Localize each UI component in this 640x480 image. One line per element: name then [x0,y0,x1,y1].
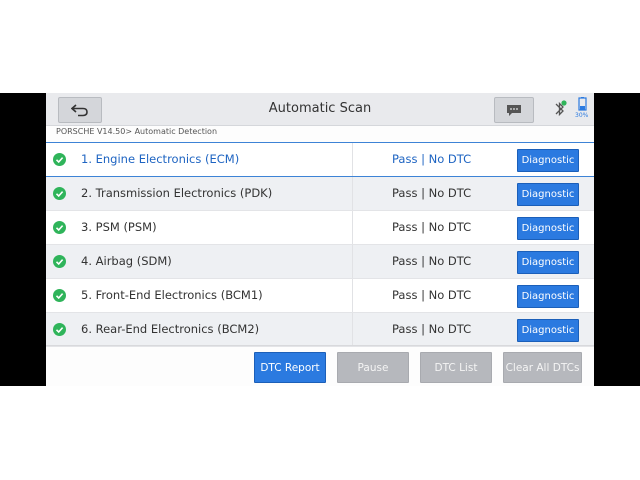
pause-button[interactable]: Pause [337,352,409,383]
divider [352,279,353,312]
list-item[interactable]: 3. PSM (PSM) Pass | No DTC Diagnostic [46,211,594,245]
list-item[interactable]: 6. Rear-End Electronics (BCM2) Pass | No… [46,313,594,347]
divider [352,143,353,176]
list-item[interactable]: 5. Front-End Electronics (BCM1) Pass | N… [46,279,594,313]
check-icon [53,153,66,166]
dtc-report-button[interactable]: DTC Report [254,352,326,383]
diagnostic-button[interactable]: Diagnostic [517,285,579,308]
battery-icon [578,97,587,111]
message-button[interactable] [494,97,534,123]
diagnostic-button[interactable]: Diagnostic [517,217,579,240]
system-name: 1. Engine Electronics (ECM) [81,152,240,166]
list-item[interactable]: 2. Transmission Electronics (PDK) Pass |… [46,177,594,211]
check-icon [53,221,66,234]
list-item[interactable]: 4. Airbag (SDM) Pass | No DTC Diagnostic [46,245,594,279]
footer-divider [46,345,594,346]
bluetooth-icon [555,100,567,117]
system-list: 1. Engine Electronics (ECM) Pass | No DT… [46,142,594,347]
check-icon [53,255,66,268]
system-name: 2. Transmission Electronics (PDK) [81,186,273,200]
scanner-screen: Automatic Scan 30% PORSCHE V14.50> Autom… [46,93,594,386]
chat-icon [507,104,521,116]
system-name: 5. Front-End Electronics (BCM1) [81,288,263,302]
system-name: 4. Airbag (SDM) [81,254,172,268]
breadcrumb: PORSCHE V14.50> Automatic Detection [56,127,218,136]
divider [352,245,353,278]
battery-indicator: 30% [575,97,591,121]
divider [352,211,353,244]
divider [352,177,353,210]
system-status: Pass | No DTC [392,186,472,200]
system-status: Pass | No DTC [392,152,472,166]
check-icon [53,323,66,336]
system-status: Pass | No DTC [392,288,472,302]
dtc-list-button[interactable]: DTC List [420,352,492,383]
diagnostic-button[interactable]: Diagnostic [517,251,579,274]
clear-all-dtcs-button[interactable]: Clear All DTCs [503,352,582,383]
system-status: Pass | No DTC [392,254,472,268]
system-name: 6. Rear-End Electronics (BCM2) [81,322,260,336]
check-icon [53,289,66,302]
check-icon [53,187,66,200]
diagnostic-button[interactable]: Diagnostic [517,319,579,342]
list-item[interactable]: 1. Engine Electronics (ECM) Pass | No DT… [46,142,594,177]
battery-percent: 30% [575,112,589,119]
system-status: Pass | No DTC [392,322,472,336]
divider [352,313,353,346]
system-name: 3. PSM (PSM) [81,220,157,234]
top-bar: Automatic Scan 30% [46,93,594,126]
diagnostic-button[interactable]: Diagnostic [517,149,579,172]
system-status: Pass | No DTC [392,220,472,234]
diagnostic-button[interactable]: Diagnostic [517,183,579,206]
